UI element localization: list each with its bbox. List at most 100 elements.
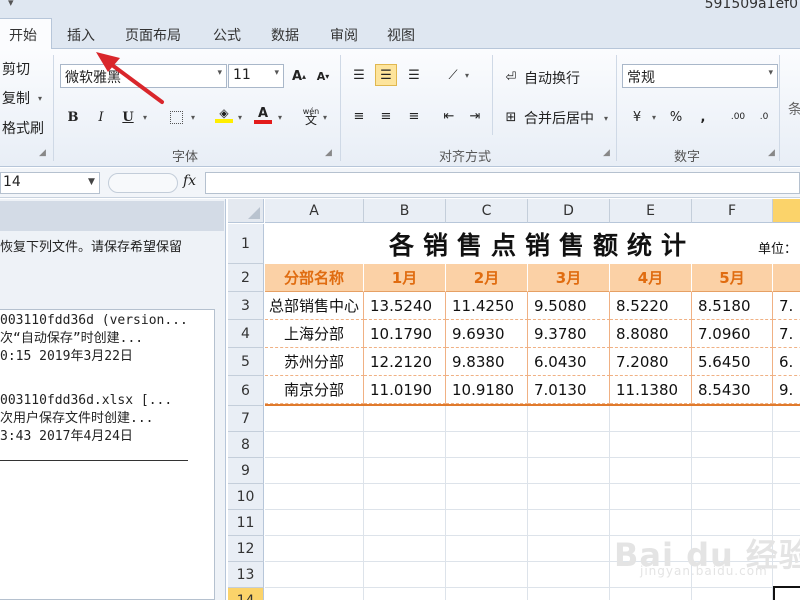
border-button[interactable] [165, 106, 187, 128]
recovery-file-item[interactable]: 003110fdd36d.xlsx [... 次用户保存文件时创建... 3:4… [0, 392, 172, 446]
underline-dropdown-icon[interactable]: ▾ [143, 113, 147, 122]
align-center-icon[interactable]: ≡ [375, 105, 397, 127]
sales-value-cell[interactable]: 6. [773, 348, 800, 376]
empty-cell[interactable] [528, 536, 610, 562]
empty-cell[interactable] [610, 458, 692, 484]
sales-value-cell[interactable]: 9.8380 [446, 348, 528, 376]
empty-cell[interactable] [446, 536, 528, 562]
empty-cell[interactable] [692, 562, 773, 588]
column-header[interactable]: E [610, 199, 692, 223]
styles-partial-label[interactable]: 条 [788, 99, 800, 119]
align-left-icon[interactable]: ≡ [348, 105, 370, 127]
column-header[interactable]: C [446, 199, 528, 223]
empty-cell[interactable] [364, 536, 446, 562]
row-header[interactable]: 8 [228, 432, 264, 458]
empty-cell[interactable] [610, 510, 692, 536]
merge-center-button[interactable]: 合并后居中 [524, 108, 594, 128]
column-header[interactable]: A [265, 199, 364, 223]
empty-cell[interactable] [610, 588, 692, 600]
row-header[interactable]: 2 [228, 264, 264, 292]
format-painter-button[interactable]: 格式刷 [2, 118, 44, 138]
empty-cell[interactable] [528, 588, 610, 600]
font-size-combo[interactable]: 11 ▾ [228, 64, 284, 88]
copy-dropdown-icon[interactable]: ▾ [38, 94, 42, 103]
tab-review[interactable]: 审阅 [330, 25, 358, 45]
tab-view[interactable]: 视图 [387, 25, 415, 45]
decrease-indent-icon[interactable]: ⇤ [438, 105, 460, 127]
select-all-corner[interactable] [228, 199, 264, 223]
empty-cell[interactable] [610, 562, 692, 588]
empty-cell[interactable] [773, 458, 800, 484]
empty-cell[interactable] [446, 432, 528, 458]
spreadsheet-grid[interactable]: ABCDEF 1234567891011121314 各销售点销售额统计 单位：… [228, 199, 800, 600]
row-header[interactable]: 14 [228, 588, 264, 600]
empty-cell[interactable] [265, 510, 364, 536]
recovery-file-item[interactable]: 003110fdd36d (version... 次“自动保存”时创建... 0… [0, 312, 188, 366]
currency-dropdown-icon[interactable]: ▾ [652, 113, 656, 122]
title-merged-cell[interactable]: 各销售点销售额统计 单位： [265, 224, 800, 264]
sales-value-cell[interactable]: 9.3780 [528, 320, 610, 348]
empty-cell[interactable] [692, 536, 773, 562]
empty-cell[interactable] [364, 432, 446, 458]
italic-button[interactable]: I [90, 106, 112, 128]
row-header[interactable]: 3 [228, 292, 264, 320]
empty-cell[interactable] [364, 510, 446, 536]
sales-value-cell[interactable]: 7.0130 [528, 376, 610, 404]
empty-cell[interactable] [692, 588, 773, 600]
empty-cell[interactable] [528, 510, 610, 536]
tab-data[interactable]: 数据 [271, 25, 299, 45]
table-header-cell[interactable]: 4月 [610, 264, 692, 292]
sales-value-cell[interactable]: 10.9180 [446, 376, 528, 404]
empty-cell[interactable] [773, 406, 800, 432]
empty-cell[interactable] [364, 588, 446, 600]
chevron-down-icon[interactable]: ▼ [88, 177, 95, 187]
empty-cell[interactable] [528, 432, 610, 458]
empty-cell[interactable] [773, 536, 800, 562]
tab-formulas[interactable]: 公式 [213, 25, 241, 45]
percent-button[interactable]: % [665, 106, 687, 128]
row-header[interactable]: 11 [228, 510, 264, 536]
merge-dropdown-icon[interactable]: ▾ [604, 114, 608, 123]
column-header[interactable]: F [692, 199, 773, 223]
empty-cell[interactable] [610, 406, 692, 432]
empty-cell[interactable] [265, 536, 364, 562]
font-color-button[interactable]: A [252, 104, 274, 126]
table-header-cell[interactable]: 分部名称 [265, 264, 364, 292]
empty-cell[interactable] [446, 458, 528, 484]
currency-icon[interactable]: ¥ [626, 106, 648, 128]
align-top-icon[interactable]: ☰ [348, 64, 370, 86]
empty-cell[interactable] [265, 406, 364, 432]
clipboard-launcher-icon[interactable]: ◢ [39, 148, 46, 158]
orientation-icon[interactable]: ⟋ [442, 64, 464, 86]
font-color-dropdown-icon[interactable]: ▾ [278, 113, 282, 122]
sales-value-cell[interactable]: 7. [773, 292, 800, 320]
insert-function-icon[interactable]: fx [183, 173, 196, 189]
orientation-dropdown-icon[interactable]: ▾ [465, 71, 469, 80]
increase-decimal-icon[interactable]: .00 [727, 106, 749, 128]
sales-value-cell[interactable]: 13.5240 [364, 292, 446, 320]
empty-cell[interactable] [364, 484, 446, 510]
row-header[interactable]: 9 [228, 458, 264, 484]
table-header-cell[interactable]: 1月 [364, 264, 446, 292]
empty-cell[interactable] [773, 510, 800, 536]
empty-cell[interactable] [265, 484, 364, 510]
quick-access-dropdown-icon[interactable]: ▾ [8, 0, 14, 9]
row-header[interactable]: 10 [228, 484, 264, 510]
formula-bar-splitter[interactable] [108, 173, 178, 193]
cut-button[interactable]: 剪切 [2, 59, 30, 79]
decrease-decimal-icon[interactable]: .0 [753, 106, 775, 128]
sales-value-cell[interactable]: 12.2120 [364, 348, 446, 376]
font-launcher-icon[interactable]: ◢ [325, 148, 332, 158]
empty-cell[interactable] [446, 406, 528, 432]
sales-value-cell[interactable]: 5.6450 [692, 348, 773, 376]
row-header[interactable]: 7 [228, 406, 264, 432]
copy-button[interactable]: 复制 [2, 88, 30, 108]
sales-value-cell[interactable]: 6.0430 [528, 348, 610, 376]
font-name-combo[interactable]: 微软雅黑 ▾ [60, 64, 227, 88]
comma-button[interactable]: , [692, 106, 714, 128]
tab-insert[interactable]: 插入 [67, 25, 95, 45]
empty-cell[interactable] [265, 432, 364, 458]
column-header[interactable]: D [528, 199, 610, 223]
empty-cell[interactable] [364, 406, 446, 432]
increase-indent-icon[interactable]: ⇥ [464, 105, 486, 127]
